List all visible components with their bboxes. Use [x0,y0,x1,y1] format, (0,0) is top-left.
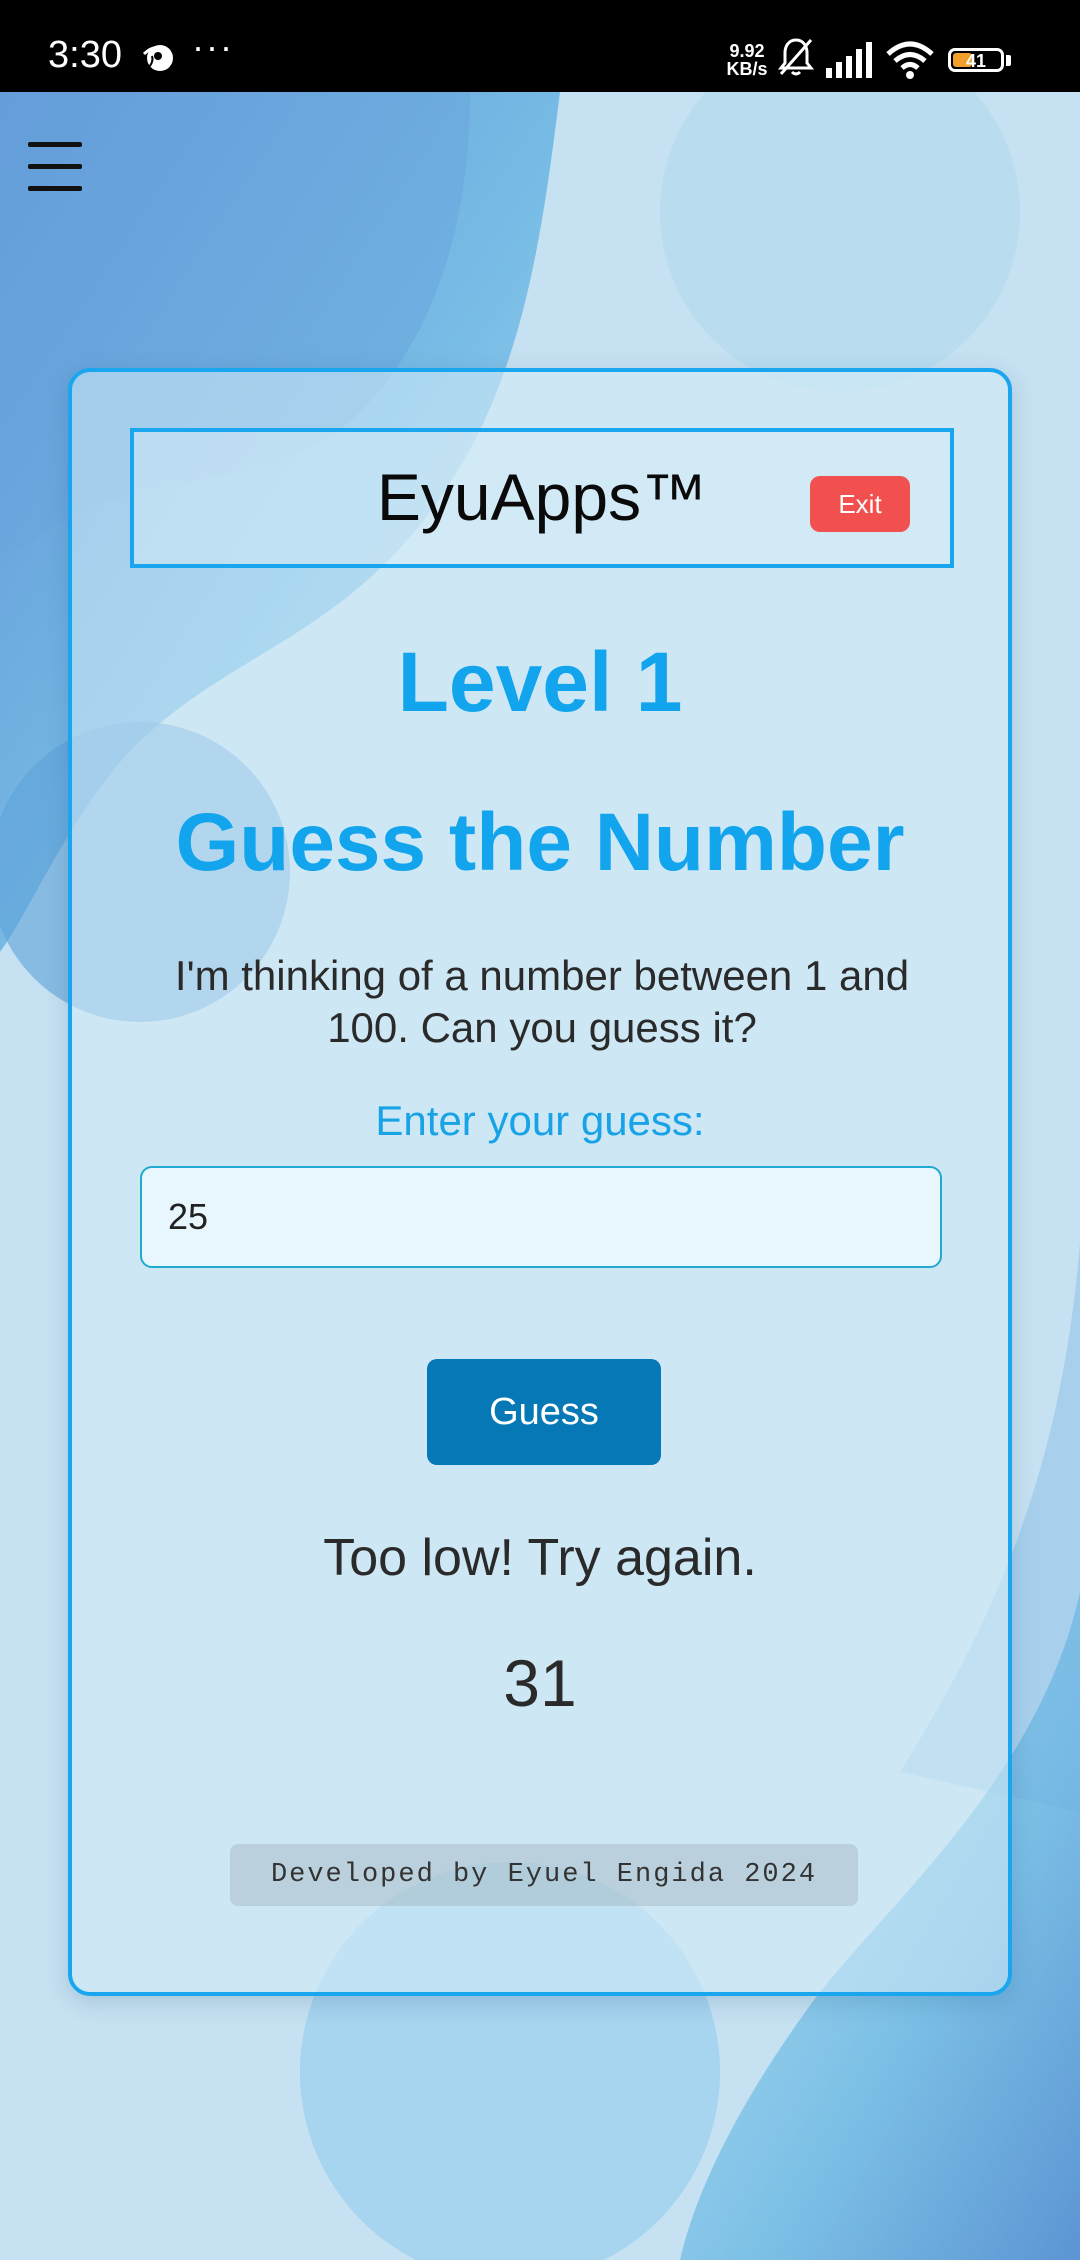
battery-icon: 41 [948,48,1004,72]
network-speed: 9.92 KB/s [722,42,772,78]
guess-button[interactable]: Guess [427,1359,661,1465]
network-speed-unit: KB/s [726,59,768,79]
app-notification-icon [142,45,173,71]
battery-level: 41 [965,51,987,71]
guess-input[interactable] [140,1166,942,1268]
mute-icon [778,38,814,76]
app-header: EyuApps™ Exit [130,428,954,568]
game-card: EyuApps™ Exit Level 1 Guess the Number I… [68,368,1012,1996]
more-notifications-icon: ··· [192,26,234,67]
network-speed-value: 9.92 [729,41,765,61]
feedback-text: Too low! Try again. [323,1529,757,1587]
level-title: Level 1 [397,635,683,729]
game-title: Guess the Number [175,797,905,888]
hamburger-menu-icon[interactable] [28,140,82,192]
status-time: 3:30 [48,34,122,76]
intro-text: I'm thinking of a number between 1 and 1… [174,952,910,1051]
signal-icon [826,42,872,78]
exit-button[interactable]: Exit [810,476,910,532]
wifi-icon [886,41,934,79]
footer-credit: Developed by Eyuel Engida 2024 [230,1844,858,1906]
guess-input-label: Enter your guess: [375,1097,705,1144]
battery-tip [1006,55,1011,66]
status-bar: 3:30 ··· 9.92 KB/s 41 [0,0,1080,92]
counter-value: 31 [503,1646,577,1720]
